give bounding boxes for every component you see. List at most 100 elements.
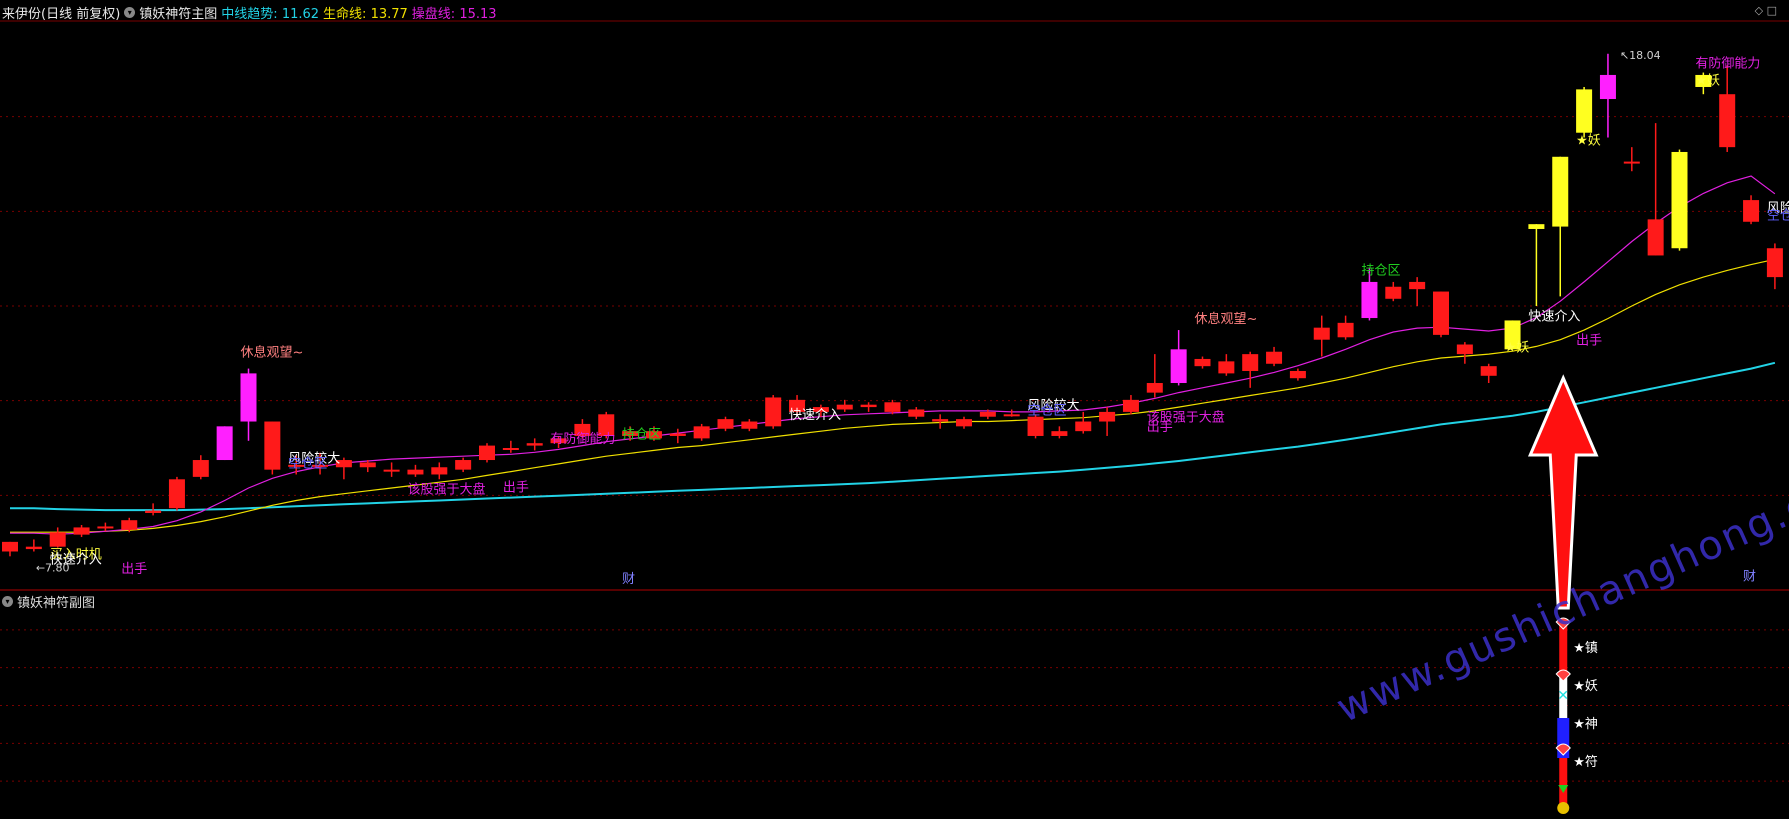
- candle-body: [1146, 383, 1163, 393]
- chart-annotation: 快速介入: [1528, 309, 1580, 324]
- legend-item-tradeline: 操盘线: 15.13: [411, 6, 497, 22]
- sub-signal-bar: [1559, 758, 1568, 806]
- chart-annotation: 该股强于大盘: [407, 482, 485, 498]
- chart-annotation: 出手: [503, 480, 529, 495]
- chart-annotation: 持仓区: [622, 427, 661, 442]
- chart-annotation: 持仓区: [1361, 264, 1400, 279]
- chart-annotation: 快速介入: [789, 408, 841, 423]
- chart-annotation: 出手: [1147, 420, 1173, 435]
- candle-body: [1623, 161, 1640, 164]
- candle-body: [956, 419, 972, 427]
- candle-body: [383, 469, 400, 472]
- candle-body: [1456, 344, 1473, 355]
- candle-body: [1122, 399, 1139, 412]
- high-price-label: ↖18.04: [1620, 49, 1661, 62]
- candle-body: [1361, 281, 1378, 319]
- chevron-down-icon[interactable]: ▾: [2, 596, 13, 607]
- candle-body: [502, 448, 519, 450]
- candle-body: [1766, 248, 1783, 278]
- coin-icon: [1557, 802, 1570, 814]
- candle-body: [479, 445, 495, 461]
- chart-annotation: 有防御能力: [1695, 56, 1760, 72]
- candle-body: [1409, 281, 1426, 290]
- candle-body: [693, 426, 710, 439]
- chart-annotation: 有防御能力: [551, 431, 616, 447]
- series-line: [10, 258, 1776, 533]
- candle-body: [1266, 351, 1283, 364]
- candle-body: [908, 409, 925, 417]
- candle-body: [192, 460, 209, 477]
- candle-body: [73, 527, 90, 535]
- candle-body: [216, 426, 233, 461]
- candle-body: [1337, 322, 1354, 338]
- candle-body: [1003, 414, 1020, 417]
- sub-signal-label: ★镇: [1573, 641, 1598, 656]
- candle-body: [765, 397, 782, 427]
- candle-body: [359, 462, 376, 468]
- candle-body: [1552, 156, 1569, 227]
- chart-annotation: 休息观望~: [241, 345, 304, 361]
- low-price-label: ←7.80: [36, 562, 70, 575]
- candle-body: [1194, 358, 1211, 367]
- chevron-down-icon[interactable]: ▾: [124, 6, 136, 18]
- stock-title[interactable]: 来伊份(日线 前复权): [2, 3, 120, 22]
- candle-body: [1289, 370, 1306, 379]
- candle-body: [1242, 354, 1259, 371]
- candle-body: [1313, 327, 1330, 340]
- chart-annotation: 出手: [1576, 334, 1602, 349]
- candle-body: [1671, 151, 1688, 249]
- chart-annotation: 空仓区: [1028, 403, 1067, 418]
- candle-body: [455, 460, 472, 470]
- candle-body: [121, 520, 138, 530]
- candle-body: [1480, 366, 1497, 376]
- chart-annotation: 休息观望~: [1195, 311, 1258, 327]
- candle-body: [1528, 224, 1545, 229]
- candle-body: [1099, 411, 1116, 422]
- indicator-name[interactable]: 镇妖神符主图: [139, 3, 217, 22]
- candle-body: [97, 526, 114, 529]
- candle-body: [49, 532, 66, 547]
- candle-body: [264, 421, 281, 470]
- sub-cross-icon: ✕: [1557, 688, 1569, 704]
- diamond-icon: [1555, 669, 1571, 682]
- chart-annotation: 空仓: [1767, 208, 1789, 223]
- candle-body: [1218, 361, 1235, 374]
- chart-annotation: ★妖: [1576, 134, 1601, 149]
- candle-body: [741, 421, 758, 429]
- candle-body: [1170, 349, 1187, 384]
- candle-body: [884, 402, 901, 412]
- sub-panel-header: ▾ 镇妖神符副图: [2, 592, 95, 611]
- candle-body: [1719, 94, 1736, 148]
- chart-annotation: 出手: [121, 562, 147, 577]
- candle-body: [240, 373, 257, 422]
- candle-body: [431, 467, 448, 475]
- chart-annotation: 财: [1743, 569, 1756, 584]
- panel-controls[interactable]: ◇ □: [1755, 4, 1777, 17]
- sub-signal-label: ★妖: [1573, 679, 1598, 694]
- legend-item-lifeline: 生命线: 13.77: [323, 6, 408, 22]
- main-header: 来伊份(日线 前复权) ▾ 镇妖神符主图 中线趋势: 11.62 生命线: 13…: [2, 3, 497, 22]
- chart-stage[interactable]: 休息观望~ 风险较大 空仓区 该股强于大盘 出手 有防御能力 持仓区 快速介入 风险较大 空仓区该…: [0, 0, 1789, 819]
- candle-body: [168, 479, 185, 509]
- sub-signal-label: ★神: [1573, 717, 1598, 732]
- candle-body: [526, 443, 543, 446]
- chart-annotation: ★妖: [1505, 341, 1530, 356]
- candle-body: [1385, 286, 1402, 299]
- candle-body: [1647, 219, 1664, 256]
- candle-body: [145, 510, 162, 513]
- candle-body: [1743, 200, 1760, 222]
- candle-body: [860, 404, 877, 408]
- chart-annotation: 空仓区: [288, 456, 327, 471]
- candle-body: [1051, 431, 1068, 436]
- chart-annotation: ★妖: [1695, 74, 1720, 89]
- legend-item-midtrend: 中线趋势: 11.62: [221, 6, 320, 22]
- signal-arrow: [1527, 374, 1599, 610]
- candle-body: [1433, 291, 1449, 335]
- sub-panel-title[interactable]: 镇妖神符副图: [17, 592, 95, 611]
- candle-body: [717, 419, 734, 429]
- candle-body: [669, 433, 686, 436]
- candle-body: [407, 469, 424, 475]
- main-chart-svg[interactable]: 休息观望~风险较大空仓区该股强于大盘 出手有防御能力 持仓区快速介入风险较大空仓区该…: [0, 0, 1789, 819]
- candle-body: [1599, 74, 1616, 100]
- candle-body: [25, 546, 42, 550]
